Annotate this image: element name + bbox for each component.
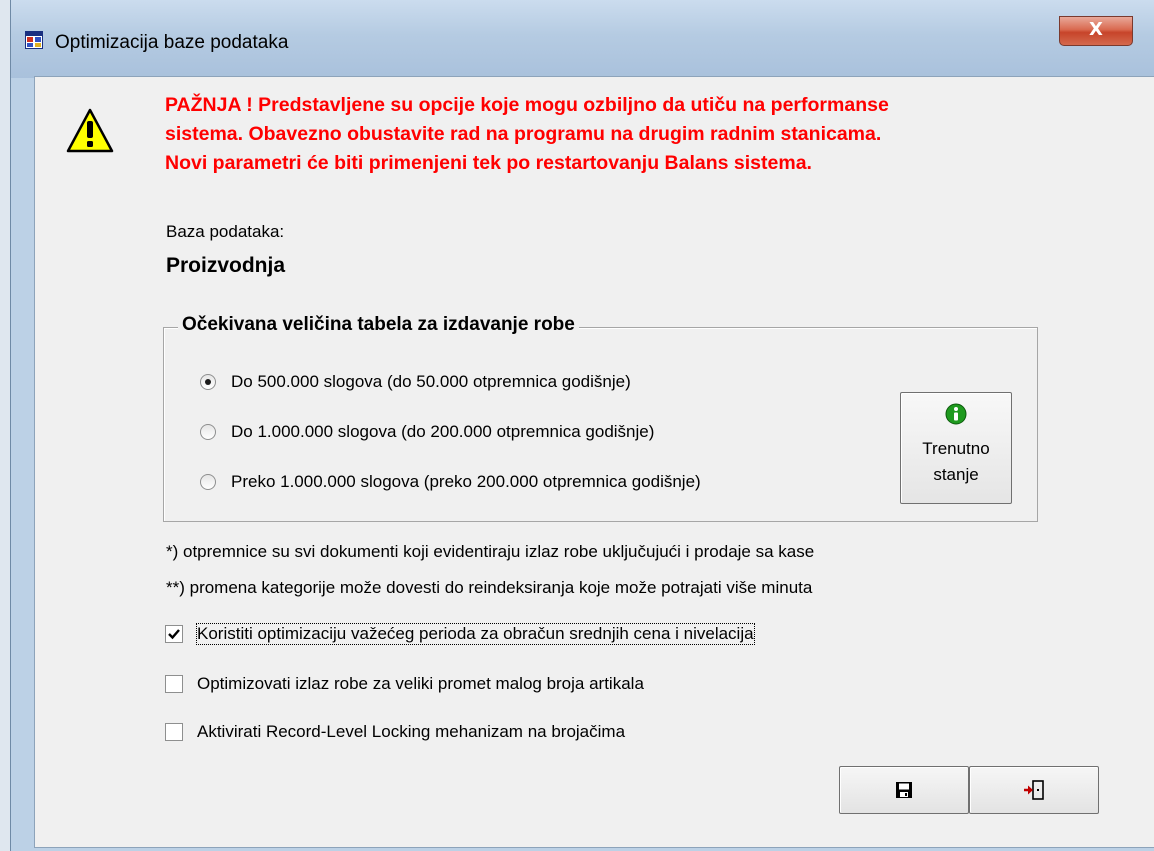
database-label: Baza podataka: <box>166 222 285 241</box>
warning-icon <box>66 108 114 153</box>
checkbox[interactable] <box>165 675 183 693</box>
table-size-group: Očekivana veličina tabela za izdavanje r… <box>163 314 1038 522</box>
group-legend: Očekivana veličina tabela za izdavanje r… <box>178 314 579 336</box>
checkmark-icon <box>168 629 180 640</box>
exit-button[interactable] <box>969 766 1099 814</box>
radio-button-selected[interactable] <box>200 374 216 390</box>
note-1: *) otpremnice su svi dokumenti koji evid… <box>166 542 815 561</box>
desktop-edge <box>0 0 10 851</box>
save-button[interactable] <box>839 766 969 814</box>
radio-label: Preko 1.000.000 slogova (preko 200.000 o… <box>231 472 701 491</box>
radio-label: Do 500.000 slogova (do 50.000 otpremnica… <box>231 372 631 391</box>
checkbox-label: Aktivirati Record-Level Locking mehaniza… <box>197 722 626 741</box>
dialog-window: Optimizacija baze podataka X PAŽNJA ! Pr… <box>10 0 1154 851</box>
warning-message: PAŽNJA ! Predstavljene su opcije koje mo… <box>165 91 1065 178</box>
checkbox-label: Koristiti optimizaciju važećeg perioda z… <box>196 623 755 645</box>
checkbox-option-output[interactable]: Optimizovati izlaz robe za veliki promet… <box>165 674 644 694</box>
checkbox-label: Optimizovati izlaz robe za veliki promet… <box>197 674 644 693</box>
radio-option-1m[interactable]: Do 1.000.000 slogova (do 200.000 otpremn… <box>200 422 654 442</box>
close-button[interactable]: X <box>1059 16 1133 46</box>
radio-option-500k[interactable]: Do 500.000 slogova (do 50.000 otpremnica… <box>200 372 631 392</box>
note-2: **) promena kategorije može dovesti do r… <box>166 578 813 597</box>
radio-option-over-1m[interactable]: Preko 1.000.000 slogova (preko 200.000 o… <box>200 472 701 492</box>
radio-button[interactable] <box>200 474 216 490</box>
exit-icon <box>1024 780 1044 800</box>
warning-line-3: Novi parametri će biti primenjeni tek po… <box>165 152 812 174</box>
current-state-button[interactable]: Trenutno stanje <box>900 392 1012 504</box>
checkbox-checked[interactable] <box>165 625 183 643</box>
close-icon: X <box>1089 19 1103 40</box>
checkbox-option-locking[interactable]: Aktivirati Record-Level Locking mehaniza… <box>165 722 625 742</box>
warning-line-1: PAŽNJA ! Predstavljene su opcije koje mo… <box>165 94 889 116</box>
window-title: Optimizacija baze podataka <box>55 32 289 53</box>
database-name: Proizvodnja <box>166 254 286 277</box>
checkbox[interactable] <box>165 723 183 741</box>
current-state-line-1: Trenutno <box>922 439 990 458</box>
radio-button[interactable] <box>200 424 216 440</box>
app-icon <box>25 31 43 49</box>
save-icon <box>896 782 912 798</box>
current-state-line-2: stanje <box>933 465 979 484</box>
info-icon <box>945 403 967 425</box>
warning-line-2: sistema. Obavezno obustavite rad na prog… <box>165 123 882 145</box>
checkbox-option-avg-price[interactable]: Koristiti optimizaciju važećeg perioda z… <box>165 623 755 645</box>
dialog-body: PAŽNJA ! Predstavljene su opcije koje mo… <box>34 76 1154 848</box>
title-bar[interactable]: Optimizacija baze podataka X <box>11 0 1154 78</box>
radio-label: Do 1.000.000 slogova (do 200.000 otpremn… <box>231 422 655 441</box>
